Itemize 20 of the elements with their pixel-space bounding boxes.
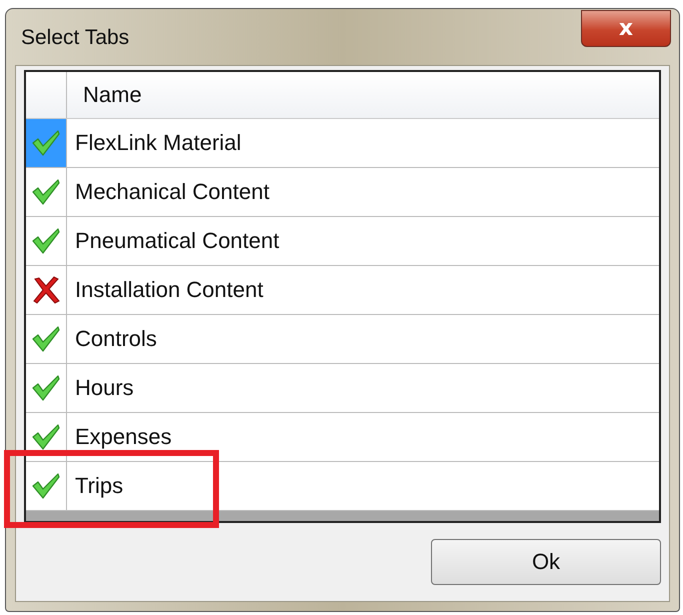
table-cell-text: Controls (74, 325, 158, 353)
horizontal-scrollbar[interactable] (26, 511, 659, 521)
table-cell-text: FlexLink Material (74, 129, 242, 157)
checkmark-icon[interactable] (31, 422, 61, 452)
table-cell-text: Installation Content (74, 276, 264, 304)
checkmark-icon[interactable] (31, 177, 61, 207)
checkmark-icon[interactable] (31, 471, 61, 501)
checkmark-icon[interactable] (31, 324, 61, 354)
table-cell-text: Trips (74, 472, 124, 500)
cross-icon[interactable] (31, 275, 61, 305)
table-cell-text: Hours (74, 374, 135, 402)
ok-button[interactable]: Ok (431, 539, 661, 585)
table-cell-text: Pneumatical Content (74, 227, 280, 255)
window-title: Select Tabs (21, 26, 130, 50)
checkmark-icon[interactable] (31, 226, 61, 256)
table-cell-text: Mechanical Content (74, 178, 270, 206)
checkmark-icon[interactable] (31, 373, 61, 403)
table-cell-text: Expenses (74, 423, 173, 451)
close-button[interactable]: x (581, 10, 671, 47)
checkmark-icon[interactable] (31, 128, 61, 158)
